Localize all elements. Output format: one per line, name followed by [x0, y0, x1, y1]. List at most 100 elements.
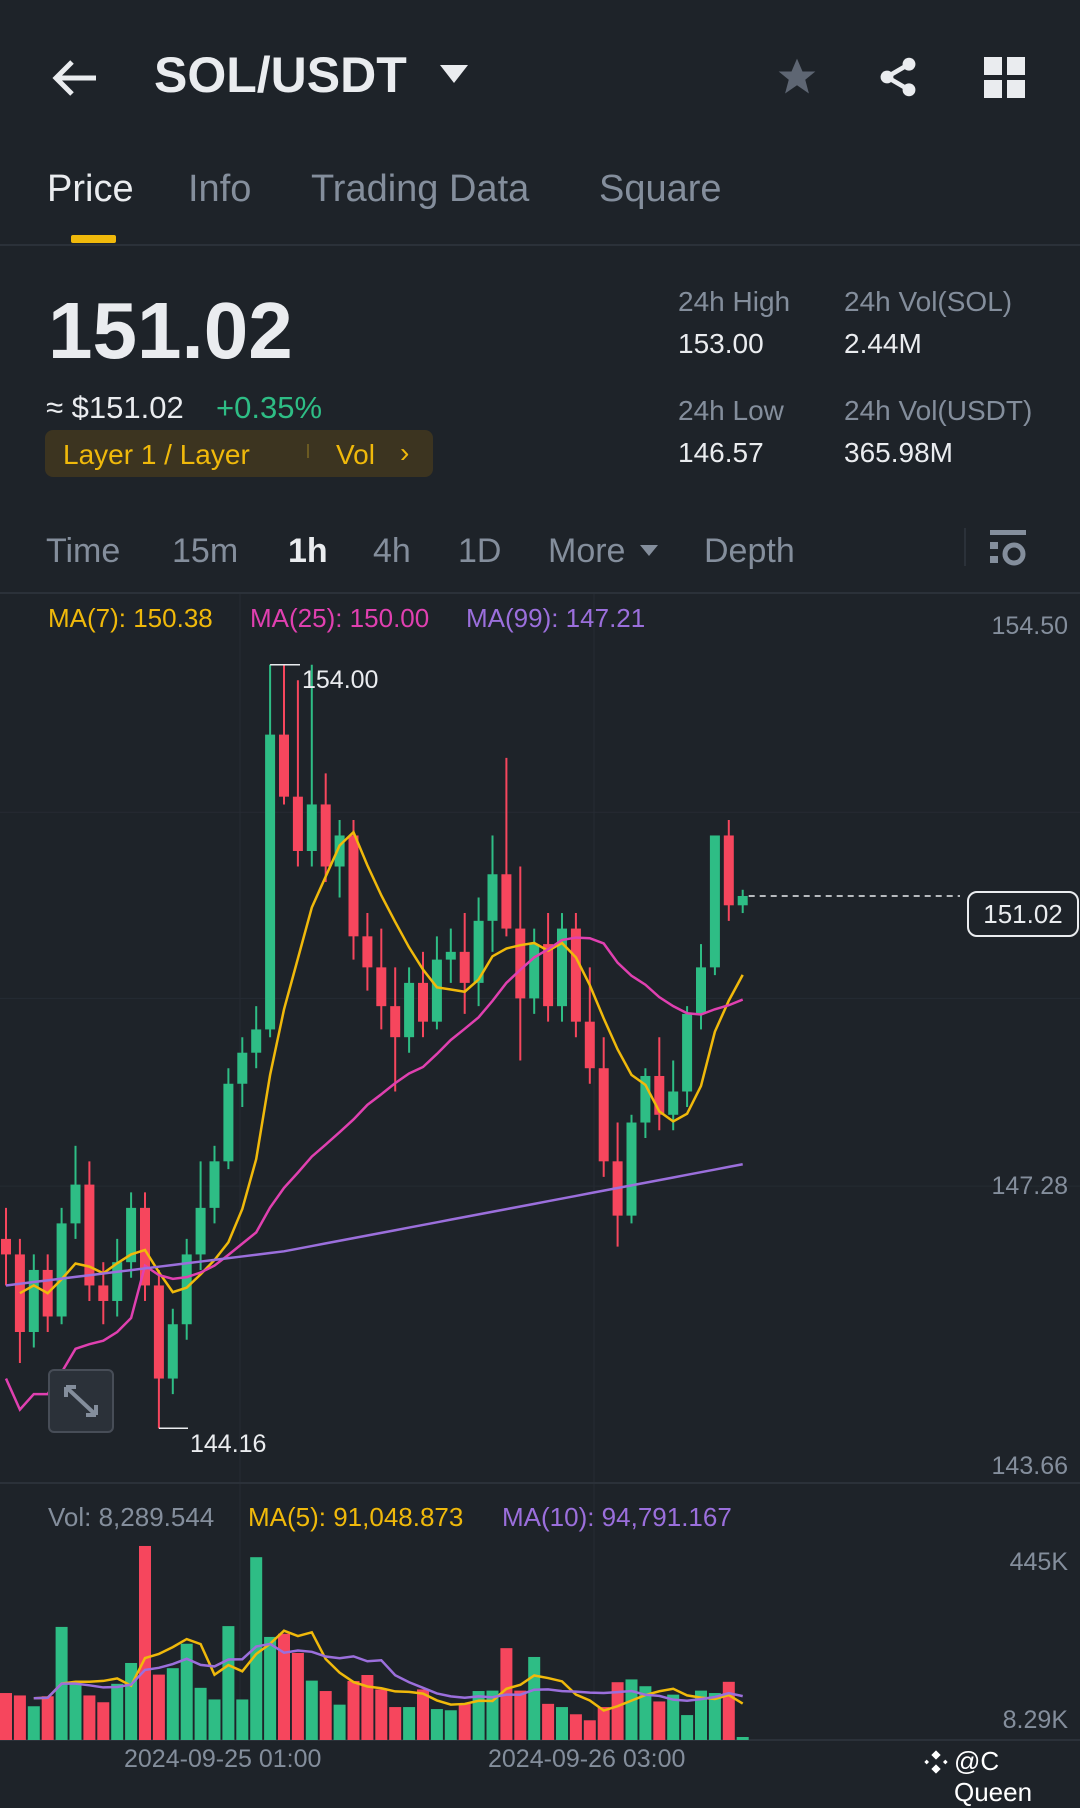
- candle-up: [404, 982, 415, 1038]
- expand-icon: [64, 1385, 98, 1417]
- volume-bar: [458, 1703, 471, 1740]
- candle-down: [723, 835, 734, 906]
- volume-bar: [430, 1709, 443, 1740]
- candle-down: [84, 1184, 95, 1286]
- candle-down: [362, 936, 373, 968]
- candle-up: [112, 1262, 123, 1301]
- volume-bar: [222, 1626, 235, 1740]
- candle-up: [737, 895, 748, 906]
- candle-down: [390, 1006, 401, 1038]
- volume-bar: [444, 1710, 457, 1740]
- candle-down: [153, 1285, 164, 1379]
- volume-bar: [83, 1695, 96, 1740]
- candle-up: [167, 1324, 178, 1379]
- volume-bar: [583, 1720, 596, 1740]
- volume-bar: [569, 1714, 582, 1740]
- candle-down: [292, 796, 303, 851]
- candle-down: [140, 1207, 150, 1286]
- volume-bar: [305, 1680, 318, 1740]
- candle-down: [1, 1238, 11, 1255]
- volume-legend: Vol: 8,289.544: [48, 1502, 215, 1532]
- volume-bar: [41, 1696, 54, 1740]
- candle-down: [320, 804, 331, 867]
- vol-ma10-legend: MA(10): 94,791.167: [502, 1502, 732, 1532]
- volume-bar: [27, 1706, 40, 1740]
- candle-down: [515, 928, 526, 999]
- volume-bar: [653, 1701, 666, 1740]
- volume-bar: [291, 1652, 304, 1740]
- candle-down: [418, 982, 428, 1022]
- volume-bar: [319, 1691, 332, 1740]
- candle-up: [195, 1207, 206, 1255]
- candle-up: [56, 1223, 67, 1317]
- x-tick: 2024-09-26 03:00: [488, 1745, 686, 1773]
- candle-down: [348, 835, 359, 937]
- volume-bar: [0, 1693, 12, 1740]
- current-price-label: 151.02: [967, 891, 1079, 937]
- candle-up: [668, 1091, 679, 1115]
- volume-bar: [597, 1707, 610, 1740]
- volume-bar: [514, 1690, 527, 1740]
- candle-down: [598, 1068, 609, 1162]
- candle-up: [237, 1052, 248, 1084]
- candle-up: [28, 1269, 39, 1333]
- volume-bar: [152, 1674, 165, 1740]
- candle-down: [459, 951, 470, 983]
- candle-up: [223, 1083, 234, 1162]
- candle-up: [251, 1029, 262, 1053]
- y-tick: 154.50: [991, 612, 1068, 640]
- candle-down: [279, 734, 289, 797]
- volume-bar: [139, 1545, 151, 1740]
- volume-bar: [250, 1557, 263, 1740]
- volume-bar: [403, 1707, 416, 1740]
- volume-bar: [528, 1656, 541, 1740]
- candle-up: [529, 944, 540, 999]
- candle-up: [70, 1184, 81, 1224]
- candle-up: [709, 835, 720, 968]
- x-tick: 2024-09-25 01:00: [124, 1745, 322, 1773]
- volume-bar: [722, 1681, 735, 1740]
- volume-bar: [736, 1737, 749, 1740]
- candle-down: [543, 944, 554, 1007]
- volume-bar: [69, 1683, 82, 1740]
- divider: [0, 1482, 1080, 1484]
- volume-bar: [667, 1694, 680, 1740]
- volume-bar: [264, 1636, 277, 1740]
- watermark: @C Queen: [954, 1746, 1033, 1807]
- volume-bar: [194, 1687, 207, 1740]
- volume-bar: [208, 1699, 221, 1740]
- max-price-label: 154.00: [302, 666, 379, 694]
- y-tick: 143.66: [991, 1452, 1068, 1480]
- candle-down: [98, 1285, 109, 1301]
- volume-bar: [236, 1699, 249, 1740]
- y-tick: 147.28: [991, 1172, 1068, 1200]
- candle-up: [431, 959, 442, 1022]
- candle-down: [584, 1021, 595, 1069]
- volume-bar: [125, 1662, 138, 1740]
- volume-bar: [542, 1703, 555, 1740]
- volume-bar: [111, 1683, 124, 1740]
- expand-chart-button[interactable]: [48, 1369, 114, 1433]
- binance-logo-icon: [924, 1750, 948, 1774]
- volume-bar: [97, 1702, 110, 1740]
- candle-up: [682, 1013, 693, 1092]
- volume-bar: [333, 1704, 346, 1740]
- volume-bar: [166, 1668, 179, 1740]
- vol-ma5-legend: MA(5): 91,048.873: [248, 1502, 464, 1532]
- candle-up: [265, 734, 276, 1030]
- volume-bar: [625, 1679, 638, 1740]
- vol-y-tick: 445K: [1009, 1548, 1068, 1576]
- candle-down: [501, 874, 512, 929]
- volume-bar: [375, 1689, 388, 1740]
- vol-y-tick: 8.29K: [1002, 1706, 1068, 1734]
- candle-up: [626, 1122, 637, 1216]
- volume-bar: [13, 1695, 26, 1740]
- candle-up: [306, 804, 317, 851]
- candle-up: [487, 874, 498, 921]
- volume-bar: [556, 1707, 568, 1740]
- candle-up: [209, 1161, 220, 1208]
- volume-bar: [681, 1715, 694, 1740]
- candle-down: [570, 928, 581, 1022]
- candle-down: [376, 967, 387, 1007]
- volume-bar: [472, 1691, 485, 1740]
